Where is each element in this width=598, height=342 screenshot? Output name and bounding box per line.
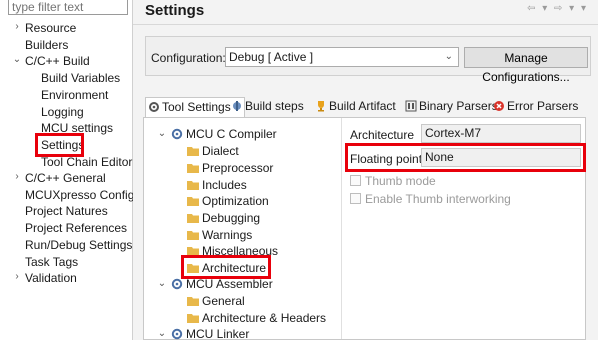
tab-label: Build steps xyxy=(245,99,304,113)
expand-validation-icon[interactable]: › xyxy=(12,271,22,282)
tree-item-general[interactable]: General xyxy=(187,293,245,309)
history-nav-icons[interactable]: ⇦ ▾ ⇨ ▾ ▾ xyxy=(527,3,588,14)
tool-gear-icon xyxy=(171,128,183,140)
tree-item-mcu-assembler[interactable]: MCU Assembler xyxy=(171,276,273,292)
tree-item-architecture-headers[interactable]: Architecture & Headers xyxy=(187,310,326,326)
tab-label: Build Artifact xyxy=(329,99,396,113)
folder-icon xyxy=(187,314,199,323)
folder-icon xyxy=(187,264,199,273)
configuration-value: Debug [ Active ] xyxy=(229,50,314,64)
nav-item-run-debug-settings[interactable]: Run/Debug Settings xyxy=(25,237,132,253)
nav-item-settings[interactable]: Settings xyxy=(41,137,84,153)
folder-icon xyxy=(187,181,199,190)
tab-label: Binary Parsers xyxy=(419,99,498,113)
folder-icon xyxy=(187,147,199,156)
nav-item-c-cpp-build[interactable]: C/C++ Build xyxy=(25,53,90,69)
manage-configurations-button[interactable]: Manage Configurations... xyxy=(464,47,588,84)
folder-icon xyxy=(187,247,199,256)
nav-item-builders[interactable]: Builders xyxy=(25,37,68,53)
folder-icon xyxy=(187,297,199,306)
nav-item-build-variables[interactable]: Build Variables xyxy=(41,70,120,86)
trophy-icon xyxy=(318,101,324,112)
architecture-label: Architecture xyxy=(350,128,415,142)
architecture-field[interactable]: Cortex-M7 xyxy=(421,124,581,143)
collapse-assembler-icon[interactable]: ⌄ xyxy=(157,278,167,289)
floating-point-label: Floating point xyxy=(350,152,423,166)
collapse-cbuild-icon[interactable]: ⌄ xyxy=(12,54,22,65)
tab-binary-parsers[interactable]: Binary Parsers xyxy=(403,97,505,117)
tab-label: Error Parsers xyxy=(507,99,579,113)
tree-item-debugging[interactable]: Debugging xyxy=(187,210,260,226)
nav-item-mcu-settings[interactable]: MCU settings xyxy=(41,120,113,136)
collapse-c-compiler-icon[interactable]: ⌄ xyxy=(157,128,167,139)
navigation-pane: › Resource Builders ⌄ C/C++ Build Build … xyxy=(0,0,145,340)
thumb-interworking-label: Enable Thumb interworking xyxy=(365,192,511,206)
tool-gear-icon xyxy=(171,328,183,340)
page-title: Settings xyxy=(145,2,205,19)
expand-resource-icon[interactable]: › xyxy=(12,21,22,32)
build-steps-icon xyxy=(233,101,241,111)
floating-point-field[interactable]: None xyxy=(421,148,581,167)
nav-item-validation[interactable]: Validation xyxy=(25,270,77,286)
tree-item-dialect[interactable]: Dialect xyxy=(187,143,239,159)
title-divider xyxy=(133,24,598,25)
configuration-label: Configuration: xyxy=(151,51,226,65)
nav-item-mcuxpresso-config[interactable]: MCUXpresso Config T xyxy=(25,187,145,203)
nav-item-resource[interactable]: Resource xyxy=(25,20,76,36)
tool-gear-icon xyxy=(171,278,183,290)
expand-cgeneral-icon[interactable]: › xyxy=(12,171,22,182)
binary-icon xyxy=(405,100,417,112)
tab-label: Tool Settings xyxy=(162,100,231,114)
nav-item-c-cpp-general[interactable]: C/C++ General xyxy=(25,170,106,186)
error-icon xyxy=(494,101,504,111)
tree-item-mcu-c-compiler[interactable]: MCU C Compiler xyxy=(171,126,277,142)
settings-icon xyxy=(149,102,159,112)
tree-item-architecture[interactable]: Architecture xyxy=(187,260,266,276)
tree-item-miscellaneous[interactable]: Miscellaneous xyxy=(187,243,278,259)
folder-icon xyxy=(187,214,199,223)
tree-item-warnings[interactable]: Warnings xyxy=(187,227,252,243)
tab-build-steps[interactable]: Build steps xyxy=(229,97,325,117)
tab-error-parsers[interactable]: Error Parsers xyxy=(491,97,589,117)
chevron-down-icon: ⌄ xyxy=(444,51,453,62)
nav-item-tool-chain-editor[interactable]: Tool Chain Editor xyxy=(41,154,132,170)
tree-item-preprocessor[interactable]: Preprocessor xyxy=(187,160,273,176)
nav-item-project-references[interactable]: Project References xyxy=(25,220,127,236)
settings-pane: Settings ⇦ ▾ ⇨ ▾ ▾ Configuration: Debug … xyxy=(133,0,598,341)
thumb-mode-label: Thumb mode xyxy=(365,174,436,188)
nav-item-logging[interactable]: Logging xyxy=(41,104,84,120)
configuration-select[interactable]: Debug [ Active ] ⌄ xyxy=(225,47,459,67)
tab-build-artifact[interactable]: Build Artifact xyxy=(313,97,415,117)
tree-item-includes[interactable]: Includes xyxy=(187,177,247,193)
folder-icon xyxy=(187,197,199,206)
thumb-mode-checkbox[interactable] xyxy=(350,175,361,186)
thumb-interworking-checkbox[interactable] xyxy=(350,193,361,204)
nav-item-project-natures[interactable]: Project Natures xyxy=(25,203,108,219)
folder-icon xyxy=(187,164,199,173)
tree-divider xyxy=(341,118,342,339)
folder-icon xyxy=(187,231,199,240)
tree-item-optimization[interactable]: Optimization xyxy=(187,193,269,209)
nav-item-environment[interactable]: Environment xyxy=(41,87,108,103)
nav-item-task-tags[interactable]: Task Tags xyxy=(25,254,78,270)
collapse-linker-icon[interactable]: ⌄ xyxy=(157,328,167,339)
filter-input[interactable] xyxy=(8,0,128,15)
